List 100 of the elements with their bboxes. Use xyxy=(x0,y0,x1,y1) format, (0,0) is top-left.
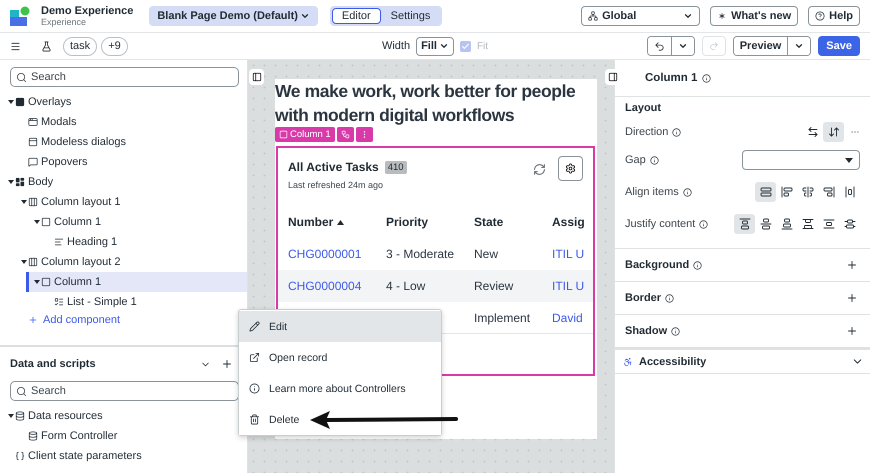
caret-icon[interactable] xyxy=(34,219,40,225)
tree-item[interactable]: Modals xyxy=(13,112,247,132)
table-cell[interactable]: ITIL U xyxy=(552,247,584,261)
menu-item[interactable]: Open record xyxy=(239,342,441,373)
row-direction-icon xyxy=(806,126,818,138)
page-select[interactable]: Blank Page Demo (Default) xyxy=(149,6,318,26)
table-cell[interactable]: CHG0000001 xyxy=(288,247,362,261)
caret-icon[interactable] xyxy=(8,99,14,105)
menu-item[interactable]: Edit xyxy=(239,311,441,342)
column-direction-icon xyxy=(828,126,840,138)
app-title: Demo Experience xyxy=(41,5,134,17)
tree-item[interactable]: Overlays xyxy=(0,92,247,112)
database-icon xyxy=(28,431,38,441)
caret-icon xyxy=(845,158,853,162)
table-cell: Review xyxy=(474,279,514,293)
info-icon xyxy=(699,220,708,228)
filter-chip[interactable]: task xyxy=(63,36,98,56)
plus-icon xyxy=(846,325,858,337)
menu-item[interactable]: Delete xyxy=(239,404,441,435)
caret-icon[interactable] xyxy=(8,179,14,185)
tree-item[interactable]: Column layout 2 xyxy=(13,252,247,272)
menu-item[interactable]: Learn more about Controllers xyxy=(239,373,441,404)
tree-item[interactable]: Client state parameters xyxy=(0,446,247,466)
undo-button[interactable] xyxy=(646,36,695,56)
asterisk-icon xyxy=(717,11,728,21)
column-tag[interactable]: Column 1 xyxy=(275,127,335,142)
square-icon xyxy=(41,277,51,287)
option-button[interactable] xyxy=(755,182,776,202)
preview-button[interactable]: Preview xyxy=(732,36,812,56)
tree-item[interactable]: Column 1 xyxy=(26,272,247,292)
collapse-panel-button[interactable] xyxy=(605,69,620,85)
panel-icon xyxy=(608,72,618,82)
table-cell[interactable]: David xyxy=(552,311,583,325)
collapse-panel-button[interactable] xyxy=(249,69,264,85)
settings-button[interactable] xyxy=(558,156,583,181)
caret-icon[interactable] xyxy=(8,413,14,419)
accessibility-toggle[interactable]: Accessibility xyxy=(615,348,870,374)
table-row[interactable]: CHG0000001 3 - Moderate New ITIL U xyxy=(278,238,593,270)
option-button[interactable] xyxy=(823,122,844,142)
width-select[interactable]: Fill xyxy=(416,36,454,56)
mode-tab[interactable]: Settings xyxy=(380,8,440,24)
square-icon xyxy=(279,130,288,139)
align-start-icon xyxy=(780,186,792,198)
column-header[interactable]: Assig xyxy=(552,206,593,238)
align-center-icon xyxy=(802,186,814,198)
text-lines-icon xyxy=(54,237,64,247)
column-header[interactable]: Number xyxy=(288,206,386,238)
tree-item[interactable]: Body xyxy=(0,172,247,192)
square-icon xyxy=(15,97,25,107)
hierarchy-icon xyxy=(588,11,598,21)
caret-icon[interactable] xyxy=(34,279,40,285)
section-title: Layout xyxy=(625,102,662,114)
column-header[interactable]: Priority xyxy=(386,206,474,238)
save-button[interactable]: Save xyxy=(818,36,860,56)
caret-icon[interactable] xyxy=(21,199,27,205)
table-cell[interactable]: ITIL U xyxy=(552,279,584,293)
info-icon xyxy=(249,383,260,394)
tree-item[interactable]: List - Simple 1 xyxy=(39,292,247,312)
table-row[interactable]: CHG0000004 4 - Low Review ITIL U xyxy=(278,270,593,302)
plus-icon xyxy=(221,358,233,370)
column-header[interactable]: State xyxy=(474,206,552,238)
scope-select[interactable]: Global xyxy=(581,6,700,26)
panel-icon xyxy=(252,72,262,82)
section-title: Data and scripts xyxy=(10,358,97,370)
info-icon xyxy=(682,188,692,196)
tree-item[interactable]: Popovers xyxy=(13,152,247,172)
tree-item[interactable]: Column 1 xyxy=(26,212,247,232)
search-icon xyxy=(16,72,27,83)
add-component-link[interactable]: Add component xyxy=(28,314,120,326)
count-badge: 410 xyxy=(384,160,407,174)
help-icon xyxy=(815,11,826,21)
help-button[interactable]: Help xyxy=(808,6,860,26)
caret-icon xyxy=(683,11,694,21)
filter-chip[interactable]: +9 xyxy=(101,36,128,56)
more-button[interactable] xyxy=(356,127,373,142)
database-icon xyxy=(15,411,25,421)
tree-item[interactable]: Heading 1 xyxy=(39,232,247,252)
search-field[interactable]: Search xyxy=(10,381,239,401)
table-cell: 3 - Moderate xyxy=(386,247,454,261)
list-title: All Active Tasks xyxy=(288,160,379,174)
mode-tab[interactable]: Editor xyxy=(332,8,381,24)
gap-select[interactable] xyxy=(742,150,860,170)
option-button[interactable] xyxy=(734,214,755,234)
caret-icon xyxy=(794,41,804,51)
checklist-icon xyxy=(54,297,64,307)
workflow-button[interactable] xyxy=(336,127,354,142)
refresh-icon xyxy=(533,163,546,176)
plus-icon xyxy=(846,292,858,304)
caret-icon[interactable] xyxy=(21,259,27,265)
window-icon xyxy=(28,117,38,127)
plus-icon xyxy=(846,259,858,271)
trash-icon xyxy=(249,414,260,425)
page-heading: We make work, work better for people with modern digital workflows xyxy=(275,80,576,127)
align-end-icon xyxy=(822,186,834,198)
info-icon xyxy=(650,156,659,164)
search-field[interactable]: Search xyxy=(10,67,239,87)
table-cell[interactable]: CHG0000004 xyxy=(288,279,362,293)
tree-item[interactable]: Column layout 1 xyxy=(13,192,247,212)
tree-item[interactable]: Modeless dialogs xyxy=(13,132,247,152)
whats-new-button[interactable]: What's new xyxy=(710,6,798,26)
